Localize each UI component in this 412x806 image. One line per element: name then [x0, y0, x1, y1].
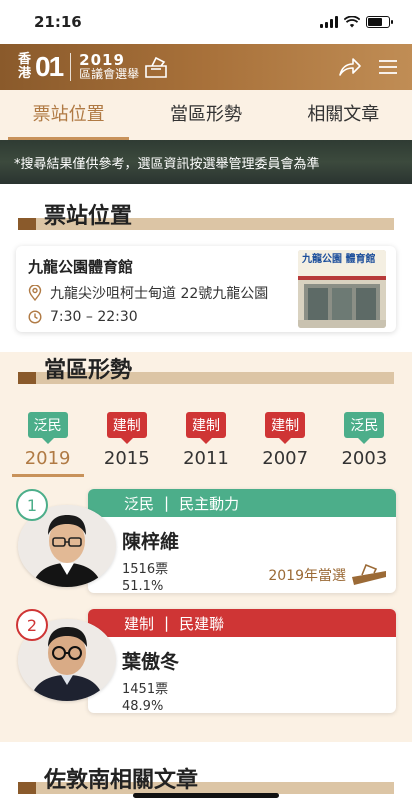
menu-icon[interactable] [378, 59, 398, 75]
camp-badge: 泛民 [27, 412, 68, 444]
home-indicator[interactable] [133, 793, 279, 798]
election-title: 2019 區議會選舉 [79, 51, 140, 82]
cellular-signal-icon [320, 16, 338, 28]
section-tabs: 票站位置 當區形勢 相關文章 [0, 90, 412, 140]
affiliation-separator: | [164, 494, 170, 512]
candidate-party: 民主動力 [179, 494, 240, 513]
candidate-affiliation: 建制 | 民建聯 [88, 609, 396, 637]
year-tab-2011[interactable]: 建制 2011 [168, 412, 244, 469]
section-header-area: 當區形勢 [0, 352, 412, 390]
candidate-camp: 泛民 [124, 494, 155, 513]
tab-station[interactable]: 票站位置 [0, 90, 137, 140]
station-hours-row: 7:30 – 22:30 [28, 309, 268, 325]
year-tab-2007[interactable]: 建制 2007 [247, 412, 323, 469]
logo-hk[interactable]: 香 港 [18, 53, 31, 81]
clock-icon [28, 310, 42, 324]
status-icons [320, 16, 393, 28]
station-address: 九龍尖沙咀柯士甸道 22號九龍公園 [50, 286, 269, 302]
wifi-icon [344, 16, 360, 28]
tab-articles[interactable]: 相關文章 [275, 90, 412, 140]
candidate-card[interactable]: 建制 | 民建聯 葉傲冬 1451票 48.9% 2 [16, 609, 396, 713]
status-time: 21:16 [34, 13, 82, 31]
station-info: 九龍公園體育館 九龍尖沙咀柯士甸道 22號九龍公園 7:30 – 22:30 [28, 256, 268, 325]
candidate-number: 2 [16, 609, 48, 641]
disclaimer-banner: *搜尋結果僅供參考，選區資訊按選舉管理委員會為準 [0, 140, 412, 184]
year-selector: 泛民 2019 建制 2015 建制 2011 建制 2007 泛民 2003 [0, 390, 412, 477]
candidate-party: 民建聯 [179, 614, 225, 633]
section-header-station: 票站位置 [0, 198, 412, 236]
app-header: 香 港 01 2019 區議會選舉 [0, 44, 412, 90]
year-label: 2003 [341, 448, 388, 469]
share-icon[interactable] [338, 57, 362, 77]
section-title: 當區形勢 [44, 358, 133, 383]
station-photo-sign: 九龍公園 體育館 [302, 254, 376, 265]
election-year: 2019 [79, 51, 125, 69]
candidate-info: 建制 | 民建聯 葉傲冬 1451票 48.9% [88, 609, 396, 713]
candidate-name: 陳梓維 [122, 531, 180, 553]
area-section: 當區形勢 泛民 2019 建制 2015 建制 2011 建制 2007 泛民 … [0, 352, 412, 742]
disclaimer-text: *搜尋結果僅供參考，選區資訊按選舉管理委員會為準 [14, 156, 320, 172]
candidate-votes: 1451票 [122, 682, 169, 697]
candidate-number: 1 [16, 489, 48, 521]
polling-station-card[interactable]: 九龍公園體育館 九龍尖沙咀柯士甸道 22號九龍公園 7:30 – 22:30 九… [16, 246, 396, 332]
candidate-name: 葉傲冬 [122, 651, 180, 673]
ballot-box-icon [352, 563, 386, 585]
station-photo: 九龍公園 體育館 [298, 250, 386, 328]
year-label: 2019 [24, 448, 71, 469]
year-tab-2019[interactable]: 泛民 2019 [10, 412, 86, 477]
year-label: 2015 [103, 448, 150, 469]
year-label: 2011 [183, 448, 229, 469]
station-hours: 7:30 – 22:30 [50, 309, 138, 325]
section-title: 票站位置 [44, 204, 133, 229]
section-title: 佐敦南相關文章 [44, 768, 199, 793]
station-name: 九龍公園體育館 [28, 258, 134, 276]
ballot-box-icon [145, 56, 167, 78]
station-address-row: 九龍尖沙咀柯士甸道 22號九龍公園 [28, 283, 268, 303]
header-divider [70, 53, 72, 81]
election-subtitle: 區議會選舉 [79, 67, 140, 81]
elected-label: 2019年當選 [268, 568, 346, 584]
camp-badge: 泛民 [344, 412, 385, 444]
year-tab-2003[interactable]: 泛民 2003 [326, 412, 402, 469]
candidate-card[interactable]: 泛民 | 民主動力 陳梓維 1516票 51.1% 2019年當選 1 [16, 489, 396, 593]
year-tab-2015[interactable]: 建制 2015 [89, 412, 165, 469]
affiliation-separator: | [164, 614, 170, 632]
camp-badge: 建制 [106, 412, 147, 444]
tab-area[interactable]: 當區形勢 [137, 90, 274, 140]
candidate-info: 泛民 | 民主動力 陳梓維 1516票 51.1% 2019年當選 [88, 489, 396, 593]
location-pin-icon [28, 285, 42, 301]
year-label: 2007 [262, 448, 309, 469]
camp-badge: 建制 [265, 412, 306, 444]
candidate-affiliation: 泛民 | 民主動力 [88, 489, 396, 517]
battery-icon [366, 16, 393, 28]
status-bar: 21:16 [0, 0, 412, 44]
elected-indicator: 2019年當選 [268, 563, 388, 587]
candidate-camp: 建制 [124, 614, 155, 633]
camp-badge: 建制 [185, 412, 226, 444]
logo-01[interactable]: 01 [35, 51, 64, 83]
candidate-percentage: 48.9% [122, 699, 164, 713]
